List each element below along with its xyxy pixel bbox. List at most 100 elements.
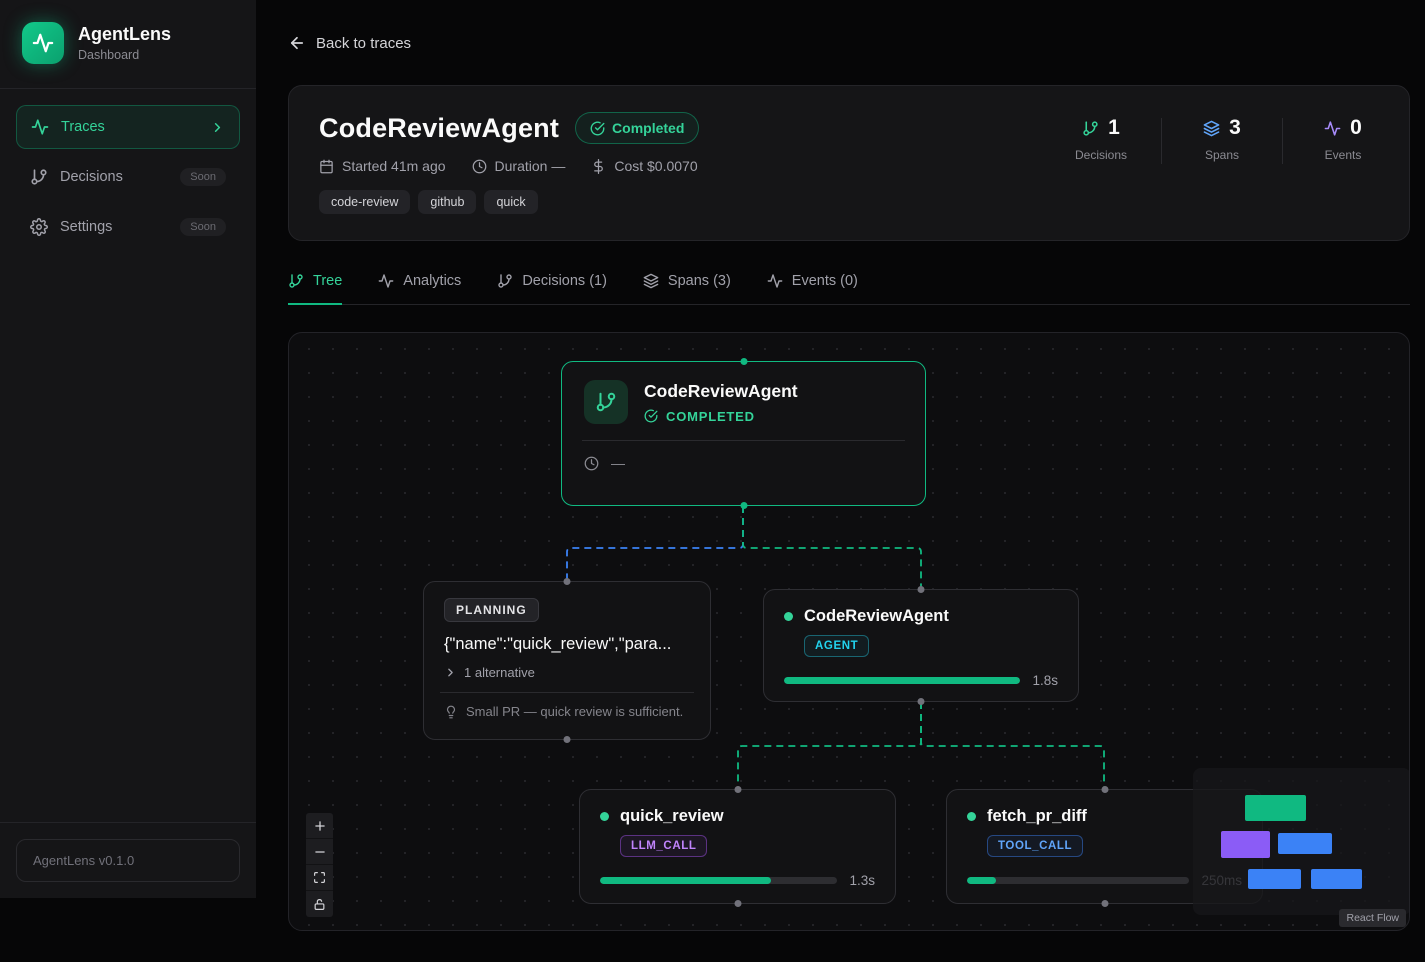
status-badge: Completed [575,112,699,144]
tag: github [418,190,476,214]
main-content: Back to traces CodeReviewAgent Completed [256,0,1425,931]
minimap-node-tool [1311,869,1362,889]
flow-node-planning-decision[interactable]: PLANNING {"name":"quick_review","para...… [423,581,711,740]
duration-bar [600,877,837,884]
node-title: CodeReviewAgent [644,381,798,402]
status-dot [600,812,609,821]
fit-view-button[interactable] [306,865,333,891]
back-to-traces-label: Back to traces [316,35,411,52]
sidebar-item-decisions[interactable]: Decisions Soon [16,155,240,199]
span-type-badge: LLM_CALL [620,835,707,857]
flow-canvas[interactable]: CodeReviewAgent COMPLETED — [288,332,1410,931]
activity-icon [767,273,783,289]
chevron-right-icon [210,120,225,135]
divider [582,440,905,441]
flow-node-root-agent[interactable]: CodeReviewAgent COMPLETED — [561,361,926,506]
tag: quick [484,190,537,214]
gear-icon [30,218,48,236]
duration-meta: Duration — [472,158,566,174]
app-subtitle: Dashboard [78,48,171,62]
tab-analytics[interactable]: Analytics [378,273,461,305]
stat-events: 0 Events [1307,116,1379,162]
react-flow-attribution[interactable]: React Flow [1339,909,1406,927]
node-handle[interactable] [918,586,925,593]
dollar-icon [591,159,606,174]
node-handle[interactable] [1101,786,1108,793]
zoom-out-button[interactable] [306,839,333,865]
cost-meta: Cost $0.0070 [591,158,697,174]
minimap-node-planning [1221,831,1270,858]
status-dot [784,612,793,621]
duration-bar [784,677,1020,684]
sidebar-item-label: Traces [61,119,198,135]
soon-badge: Soon [180,218,226,236]
decision-type-badge: PLANNING [444,598,539,622]
minimap-node-agent [1278,833,1332,854]
tab-bar: Tree Analytics Decisions (1) Spans (3) E… [288,273,1410,305]
git-branch-icon [497,273,513,289]
flow-minimap[interactable] [1193,768,1410,915]
zoom-in-button[interactable] [306,813,333,839]
layers-icon [1203,120,1220,137]
soon-badge: Soon [180,168,226,186]
sidebar-item-traces[interactable]: Traces [16,105,240,149]
divider [1282,118,1283,164]
sidebar-nav: Traces Decisions Soon Settings Soon [0,89,256,265]
status-label: Completed [612,120,684,136]
git-branch-icon [288,273,304,289]
node-handle[interactable] [734,786,741,793]
node-handle[interactable] [740,358,747,365]
node-duration: 1.3s [849,873,875,888]
back-to-traces-link[interactable]: Back to traces [288,34,411,52]
arrow-left-icon [288,34,306,52]
stat-spans: 3 Spans [1186,116,1258,162]
trace-stats: 1 Decisions 3 Spans [1065,112,1379,214]
clock-icon [472,159,487,174]
brand: AgentLens Dashboard [0,0,256,89]
node-title: fetch_pr_diff [987,807,1087,826]
node-handle[interactable] [1101,900,1108,907]
stat-decisions: 1 Decisions [1065,116,1137,162]
minimap-node-llm [1248,869,1301,889]
activity-icon [378,273,394,289]
node-handle[interactable] [734,900,741,907]
divider [440,692,694,693]
node-title: quick_review [620,807,724,826]
sidebar-item-label: Decisions [60,169,168,185]
sidebar-item-settings[interactable]: Settings Soon [16,205,240,249]
lightbulb-icon [444,705,458,719]
decision-chosen-option: {"name":"quick_review","para... [444,635,690,654]
sidebar: AgentLens Dashboard Traces Decisions Soo… [0,0,256,898]
sidebar-item-label: Settings [60,219,168,235]
tab-events[interactable]: Events (0) [767,273,858,305]
activity-icon [32,32,54,54]
calendar-icon [319,159,334,174]
node-title: CodeReviewAgent [804,607,949,626]
tab-decisions[interactable]: Decisions (1) [497,273,607,305]
app-logo [22,22,64,64]
activity-icon [31,118,49,136]
status-dot [967,812,976,821]
tab-spans[interactable]: Spans (3) [643,273,731,305]
duration-bar [967,877,1189,884]
node-handle[interactable] [564,578,571,585]
layers-icon [643,273,659,289]
alternatives-toggle[interactable]: 1 alternative [444,665,690,680]
lock-button[interactable] [306,891,333,917]
divider [1161,118,1162,164]
check-circle-icon [644,409,658,423]
flow-node-agent-span[interactable]: CodeReviewAgent AGENT 1.8s [763,589,1079,702]
node-status: COMPLETED [666,409,755,424]
node-handle[interactable] [564,736,571,743]
tab-tree[interactable]: Tree [288,273,342,305]
node-duration: 1.8s [1032,673,1058,688]
node-handle[interactable] [918,698,925,705]
tag: code-review [319,190,410,214]
git-branch-icon [584,380,628,424]
span-type-badge: TOOL_CALL [987,835,1083,857]
node-duration: — [611,455,625,471]
flow-node-quick-review[interactable]: quick_review LLM_CALL 1.3s [579,789,896,904]
span-type-badge: AGENT [804,635,869,657]
minimap-node-root [1245,795,1306,821]
node-handle[interactable] [740,502,747,509]
